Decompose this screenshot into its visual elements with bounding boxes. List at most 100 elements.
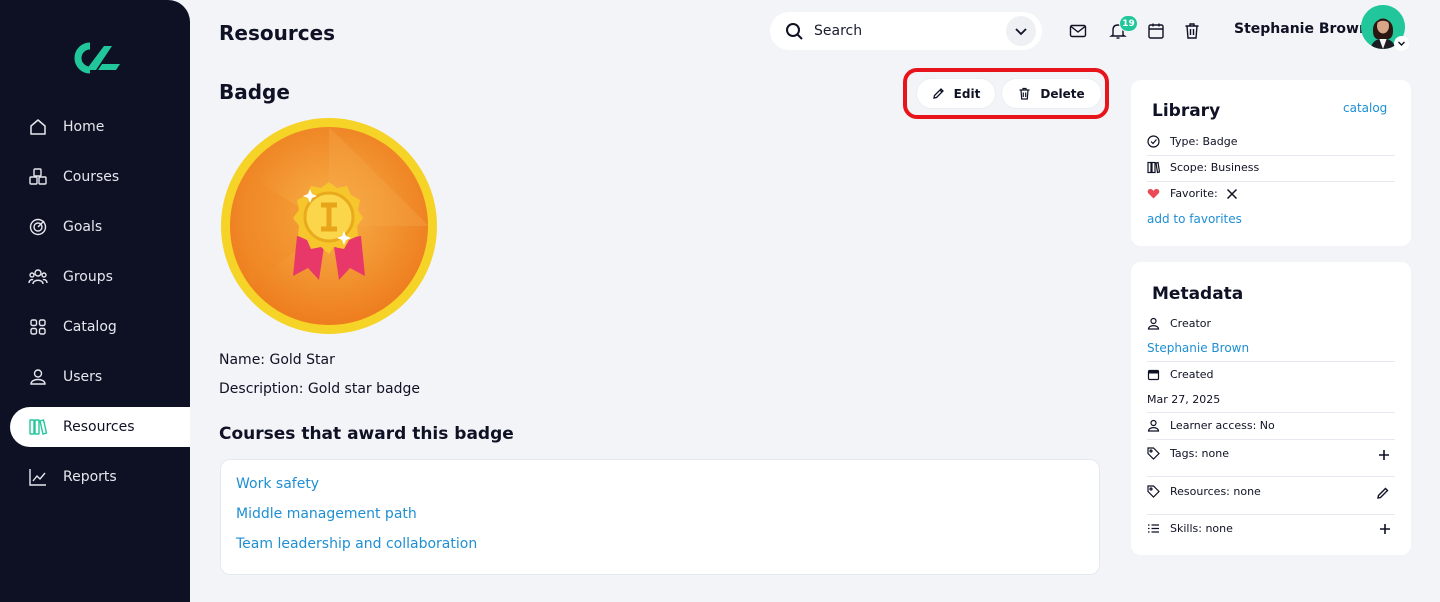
course-link[interactable]: Team leadership and collaboration	[236, 536, 477, 552]
creator-link[interactable]: Stephanie Brown	[1147, 341, 1249, 355]
brand-logo[interactable]	[68, 40, 122, 76]
trash-icon[interactable]	[1183, 22, 1201, 40]
created-value: Mar 27, 2025	[1147, 393, 1221, 406]
metadata-learner-access-row: Learner access: No	[1147, 419, 1395, 432]
check-circle-icon	[1147, 135, 1160, 148]
avatar-menu-chevron-icon[interactable]	[1394, 36, 1409, 51]
sidebar-item-home[interactable]: Home	[10, 107, 190, 147]
creator-label: Creator	[1170, 317, 1212, 330]
sidebar-item-courses[interactable]: Courses	[10, 157, 190, 197]
close-icon	[1226, 188, 1238, 200]
metadata-resources-row: Resources: none	[1147, 485, 1395, 498]
metadata-card: Metadata Creator Stephanie Brown Created…	[1131, 262, 1411, 555]
badge-name: Name: Gold Star	[219, 352, 335, 368]
home-icon	[28, 117, 48, 137]
divider	[1147, 514, 1395, 515]
delete-button-label: Delete	[1040, 86, 1085, 101]
add-skill-plus-icon[interactable]	[1378, 522, 1392, 536]
sidebar-item-users[interactable]: Users	[10, 357, 190, 397]
user-name[interactable]: Stephanie Brown	[1234, 21, 1369, 37]
trash-icon	[1018, 87, 1031, 100]
grid-icon	[28, 317, 48, 337]
library-scope-row: Scope: Business	[1147, 161, 1395, 174]
learner-access: Learner access: No	[1170, 419, 1275, 432]
sidebar-item-label: Courses	[63, 169, 120, 185]
sidebar-item-label: Reports	[63, 469, 117, 485]
sidebar-item-resources[interactable]: Resources	[10, 407, 190, 447]
chart-line-icon	[28, 467, 48, 487]
sidebar-item-reports[interactable]: Reports	[10, 457, 190, 497]
search-bar[interactable]: Search	[770, 12, 1042, 50]
divider	[1147, 361, 1395, 362]
created-label: Created	[1170, 368, 1214, 381]
user-icon	[1147, 419, 1160, 432]
sidebar-item-label: Home	[63, 119, 105, 135]
cubes-icon	[28, 167, 48, 187]
skills-value: Skills: none	[1170, 522, 1233, 535]
catalog-link[interactable]: catalog	[1343, 101, 1387, 115]
metadata-title: Metadata	[1152, 284, 1244, 304]
calendar-icon	[1147, 368, 1160, 381]
library-title: Library	[1152, 101, 1221, 121]
books-icon	[28, 417, 48, 437]
library-scope: Scope: Business	[1170, 161, 1260, 174]
tags-value: Tags: none	[1170, 447, 1229, 460]
add-to-favorites-link[interactable]: add to favorites	[1147, 212, 1242, 226]
chevron-down-icon	[1015, 28, 1027, 36]
metadata-created-row: Created	[1147, 368, 1395, 381]
sidebar-item-label: Catalog	[63, 319, 117, 335]
sidebar-item-label: Goals	[63, 219, 103, 235]
sidebar-item-label: Users	[63, 369, 103, 385]
calendar-icon[interactable]	[1147, 22, 1165, 40]
delete-button[interactable]: Delete	[1002, 79, 1101, 108]
target-icon	[28, 217, 48, 237]
search-icon	[785, 22, 804, 41]
heart-icon	[1147, 187, 1160, 200]
metadata-tags-row: Tags: none	[1147, 447, 1395, 460]
sidebar-item-catalog[interactable]: Catalog	[10, 307, 190, 347]
page-title: Resources	[219, 21, 336, 45]
sidebar: Home Courses Goals Groups Catalog Users …	[0, 0, 190, 602]
users-group-icon	[28, 267, 48, 287]
library-type: Type: Badge	[1170, 135, 1238, 148]
edit-resources-pencil-icon[interactable]	[1376, 486, 1390, 500]
course-link[interactable]: Work safety	[236, 476, 319, 492]
sidebar-item-goals[interactable]: Goals	[10, 207, 190, 247]
divider	[1147, 181, 1395, 182]
divider	[1147, 412, 1395, 413]
pencil-icon	[932, 87, 945, 100]
metadata-skills-row: Skills: none	[1147, 522, 1395, 535]
courses-list: Work safety Middle management path Team …	[220, 459, 1100, 575]
resource-heading: Badge	[219, 80, 290, 104]
sidebar-nav: Home Courses Goals Groups Catalog Users …	[0, 107, 190, 507]
divider	[1147, 155, 1395, 156]
metadata-creator-row: Creator	[1147, 317, 1395, 330]
tag-icon	[1147, 447, 1160, 460]
books-icon	[1147, 161, 1160, 174]
sidebar-item-label: Resources	[63, 419, 135, 435]
tag-icon	[1147, 485, 1160, 498]
search-input[interactable]: Search	[814, 23, 1006, 39]
list-icon	[1147, 522, 1160, 535]
divider	[1147, 439, 1395, 440]
search-dropdown-button[interactable]	[1006, 16, 1036, 46]
edit-button[interactable]: Edit	[917, 79, 995, 108]
library-favorite-row: Favorite:	[1147, 187, 1395, 200]
edit-button-label: Edit	[953, 86, 981, 101]
notifications-badge: 19	[1119, 15, 1138, 32]
user-icon	[1147, 317, 1160, 330]
mail-icon[interactable]	[1069, 22, 1087, 40]
course-link[interactable]: Middle management path	[236, 506, 417, 522]
courses-section-title: Courses that award this badge	[219, 424, 514, 444]
sidebar-item-label: Groups	[63, 269, 113, 285]
library-favorite: Favorite:	[1170, 187, 1218, 200]
library-type-row: Type: Badge	[1147, 135, 1395, 148]
badge-image	[219, 116, 439, 336]
divider	[1147, 476, 1395, 477]
add-tag-plus-icon[interactable]	[1377, 448, 1391, 462]
badge-description: Description: Gold star badge	[219, 381, 420, 397]
sidebar-item-groups[interactable]: Groups	[10, 257, 190, 297]
user-icon	[28, 367, 48, 387]
library-card: Library catalog Type: Badge Scope: Busin…	[1131, 80, 1411, 246]
resources-value: Resources: none	[1170, 485, 1261, 498]
